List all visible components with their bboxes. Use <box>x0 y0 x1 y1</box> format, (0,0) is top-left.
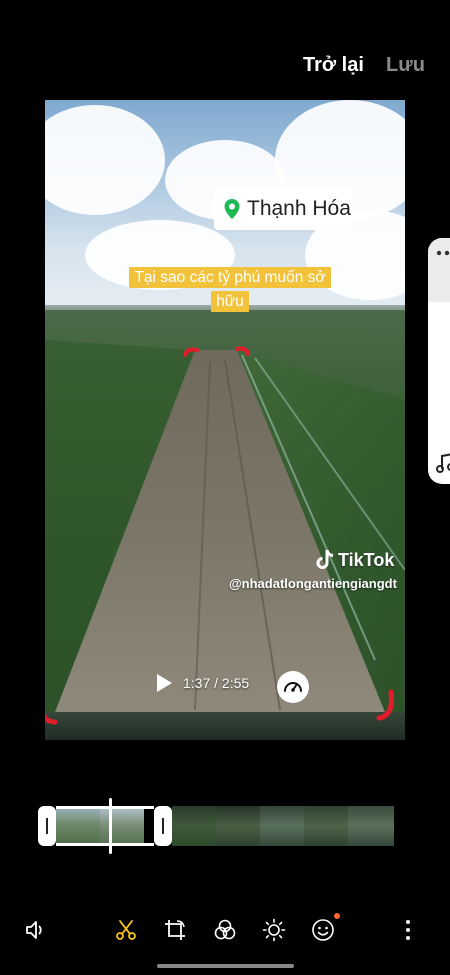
location-name: Thạnh Hóa <box>247 197 351 220</box>
video-preview[interactable]: Thạnh Hóa Tại sao các tỷ phú muốn sở hữu… <box>45 100 405 740</box>
trim-timeline[interactable] <box>38 798 394 854</box>
timeline-frame <box>172 806 216 846</box>
volume-icon <box>26 921 42 939</box>
brightness-button[interactable] <box>261 917 287 943</box>
tiktok-watermark: TikTok <box>315 549 394 571</box>
crop-mark <box>183 347 199 357</box>
crop-rotate-button[interactable] <box>162 917 188 943</box>
trim-selection-bottom <box>56 843 154 846</box>
trim-selection[interactable] <box>38 806 172 846</box>
sticker-button[interactable] <box>310 913 340 943</box>
video-caption: Tại sao các tỷ phú muốn sở hữu <box>119 266 341 314</box>
playback-time: 1:37 / 2:55 <box>183 675 250 691</box>
scissors-icon <box>116 920 136 940</box>
tiktok-handle: @nhadatlongantiengiangdt <box>229 576 397 591</box>
sticker-icon <box>312 919 334 941</box>
volume-button[interactable] <box>23 917 49 943</box>
crop-mark <box>376 689 394 721</box>
more-dots-icon[interactable] <box>436 248 450 258</box>
playhead[interactable] <box>109 798 112 854</box>
timeline-frame <box>260 806 304 846</box>
timeline-frame <box>348 806 394 846</box>
play-icon[interactable] <box>155 673 173 693</box>
tiktok-logo-icon <box>316 549 334 569</box>
trim-start-handle[interactable] <box>38 806 56 846</box>
back-button[interactable]: Trở lại <box>303 54 364 77</box>
side-panel-header <box>428 238 450 302</box>
location-badge: Thạnh Hóa <box>214 188 352 230</box>
timeline-frame <box>216 806 260 846</box>
trim-selection-top <box>56 806 154 809</box>
trim-end-handle[interactable] <box>154 806 172 846</box>
save-button[interactable]: Lưu <box>386 54 425 77</box>
speed-button[interactable] <box>277 671 309 703</box>
water-channel <box>45 712 405 740</box>
more-icon <box>406 920 410 940</box>
crop-mark <box>45 688 58 725</box>
timeline-frame <box>304 806 348 846</box>
floating-side-panel[interactable] <box>428 238 450 484</box>
notification-dot <box>334 913 340 919</box>
brightness-icon <box>262 918 286 942</box>
filters-button[interactable] <box>212 917 238 943</box>
speedometer-icon <box>284 682 302 692</box>
crop-mark <box>235 346 250 356</box>
crop-rotate-icon <box>165 920 185 940</box>
player-controls: 1:37 / 2:55 <box>155 673 249 693</box>
music-note-icon[interactable] <box>436 452 450 474</box>
home-indicator[interactable] <box>157 964 294 968</box>
filters-icon <box>214 919 236 940</box>
tiktok-brand: TikTok <box>338 549 395 570</box>
location-pin-icon <box>224 199 240 219</box>
trim-tool-button[interactable] <box>113 917 139 943</box>
more-options-button[interactable] <box>395 917 421 943</box>
